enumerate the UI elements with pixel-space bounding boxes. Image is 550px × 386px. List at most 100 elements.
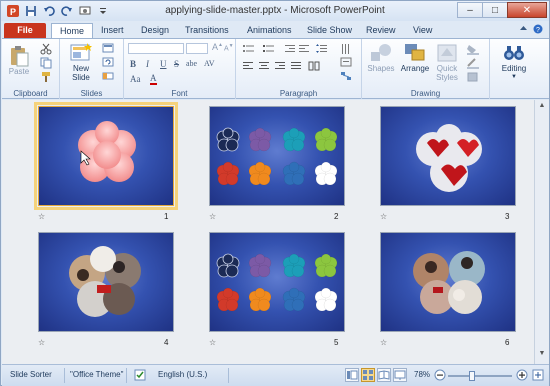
bullets-icon[interactable] xyxy=(242,44,256,56)
zoom-level[interactable]: 78% xyxy=(414,370,430,379)
layout-icon[interactable] xyxy=(102,43,116,55)
reading-view-button[interactable] xyxy=(377,368,391,382)
font-name-combo[interactable] xyxy=(128,43,184,54)
clover-shape xyxy=(314,253,338,278)
quick-styles-button[interactable]: Quick Styles xyxy=(432,42,462,82)
tab-transitions[interactable]: Transitions xyxy=(177,23,237,39)
slide-thumbnail[interactable] xyxy=(380,232,516,332)
font-color-button[interactable]: A xyxy=(150,74,157,85)
new-slide-button[interactable]: New Slide xyxy=(66,42,96,82)
close-button[interactable]: ✕ xyxy=(507,2,547,18)
slide-show-view-button[interactable] xyxy=(393,368,407,382)
transition-star-icon[interactable]: ☆ xyxy=(380,212,387,221)
numbering-icon[interactable] xyxy=(262,44,276,56)
tab-home[interactable]: Home xyxy=(51,23,94,39)
spelling-check-icon[interactable] xyxy=(134,369,146,383)
font-size-combo[interactable] xyxy=(186,43,208,54)
grow-font-icon[interactable]: A▲ xyxy=(212,42,223,52)
underline-button[interactable]: U xyxy=(160,59,167,69)
decrease-indent-icon[interactable] xyxy=(284,44,296,56)
shapes-button[interactable]: Shapes xyxy=(366,42,396,73)
transition-star-icon[interactable]: ☆ xyxy=(38,338,45,347)
zoom-in-icon[interactable] xyxy=(516,369,528,383)
tab-slide-show[interactable]: Slide Show xyxy=(299,23,360,39)
copy-icon[interactable] xyxy=(40,57,52,71)
paste-button[interactable]: Paste xyxy=(6,45,32,76)
character-spacing-button[interactable]: AV xyxy=(204,59,215,68)
editing-button[interactable]: Editing ▼ xyxy=(496,42,532,82)
justify-icon[interactable] xyxy=(290,61,302,73)
strikethrough-button[interactable]: S xyxy=(174,59,179,69)
shape-effects-icon[interactable] xyxy=(466,71,480,85)
zoom-out-icon[interactable] xyxy=(434,369,446,383)
cut-icon[interactable] xyxy=(40,43,52,57)
slide-number: 3 xyxy=(505,212,510,221)
transition-star-icon[interactable]: ☆ xyxy=(380,338,387,347)
new-slide-icon xyxy=(70,43,92,61)
zoom-slider-thumb[interactable] xyxy=(469,371,476,381)
vertical-scrollbar[interactable]: ▲ ▼ xyxy=(534,100,549,364)
font-label: Font xyxy=(171,89,188,98)
slide-thumbnail[interactable] xyxy=(209,106,345,206)
theme-name[interactable]: "Office Theme" xyxy=(70,370,123,379)
zoom-slider[interactable] xyxy=(448,371,512,381)
format-painter-icon[interactable] xyxy=(40,71,52,85)
slide-number: 5 xyxy=(334,338,339,347)
increase-indent-icon[interactable] xyxy=(298,44,310,56)
columns-icon[interactable] xyxy=(308,61,320,73)
clover-shape xyxy=(248,127,272,152)
align-center-icon[interactable] xyxy=(258,61,270,73)
window-controls: – □ ✕ xyxy=(457,2,547,18)
section-icon[interactable] xyxy=(102,71,116,83)
tab-file[interactable]: File xyxy=(4,23,46,39)
svg-text:?: ? xyxy=(536,27,540,34)
slide-3-art xyxy=(416,124,482,192)
tab-review[interactable]: Review xyxy=(358,23,404,39)
tab-animations[interactable]: Animations xyxy=(239,23,300,39)
arrange-icon xyxy=(405,44,425,61)
slide-number: 1 xyxy=(164,212,169,221)
shape-fill-icon[interactable] xyxy=(466,43,480,57)
change-case-button[interactable]: Aa xyxy=(130,74,141,84)
italic-button[interactable]: I xyxy=(146,59,149,69)
slide-thumbnail[interactable] xyxy=(380,106,516,206)
reset-icon[interactable] xyxy=(102,57,116,69)
slide-4-art xyxy=(69,246,141,317)
scroll-up-icon[interactable]: ▲ xyxy=(537,102,547,112)
help-icon[interactable]: ? xyxy=(533,24,543,36)
minimize-ribbon-icon[interactable] xyxy=(519,24,528,36)
smartart-icon[interactable] xyxy=(340,71,352,83)
text-shadow-button[interactable]: abe xyxy=(186,59,197,68)
clover-shape xyxy=(248,287,272,312)
tab-view[interactable]: View xyxy=(405,23,440,39)
minimize-button[interactable]: – xyxy=(457,2,483,18)
transition-star-icon[interactable]: ☆ xyxy=(209,338,216,347)
scroll-down-icon[interactable]: ▼ xyxy=(537,350,547,360)
slide-sorter-view-button[interactable] xyxy=(361,368,375,382)
tab-design[interactable]: Design xyxy=(133,23,177,39)
normal-view-button[interactable] xyxy=(345,368,359,382)
shape-outline-icon[interactable] xyxy=(466,57,480,71)
align-text-icon[interactable] xyxy=(340,57,352,69)
language-indicator[interactable]: English (U.S.) xyxy=(158,370,207,379)
align-left-icon[interactable] xyxy=(242,61,254,73)
shrink-font-icon[interactable]: A▼ xyxy=(224,43,234,52)
line-spacing-icon[interactable] xyxy=(316,44,328,56)
tab-insert[interactable]: Insert xyxy=(93,23,132,39)
text-direction-icon[interactable] xyxy=(340,43,352,57)
arrange-button[interactable]: Arrange xyxy=(398,42,432,73)
clover-shape xyxy=(282,287,306,312)
slide-thumbnail[interactable] xyxy=(38,232,174,332)
align-right-icon[interactable] xyxy=(274,61,286,73)
slide-thumbnail[interactable] xyxy=(209,232,345,332)
slide-number: 2 xyxy=(334,212,339,221)
clover-shape xyxy=(314,161,338,186)
ribbon-help-area: ? xyxy=(519,24,543,36)
slide-thumbnail[interactable] xyxy=(34,102,178,210)
transition-star-icon[interactable]: ☆ xyxy=(209,212,216,221)
bold-button[interactable]: B xyxy=(130,59,136,69)
transition-star-icon[interactable]: ☆ xyxy=(38,212,45,221)
fit-to-window-icon[interactable] xyxy=(532,369,544,383)
slides-label: Slides xyxy=(80,89,103,98)
maximize-button[interactable]: □ xyxy=(482,2,508,18)
